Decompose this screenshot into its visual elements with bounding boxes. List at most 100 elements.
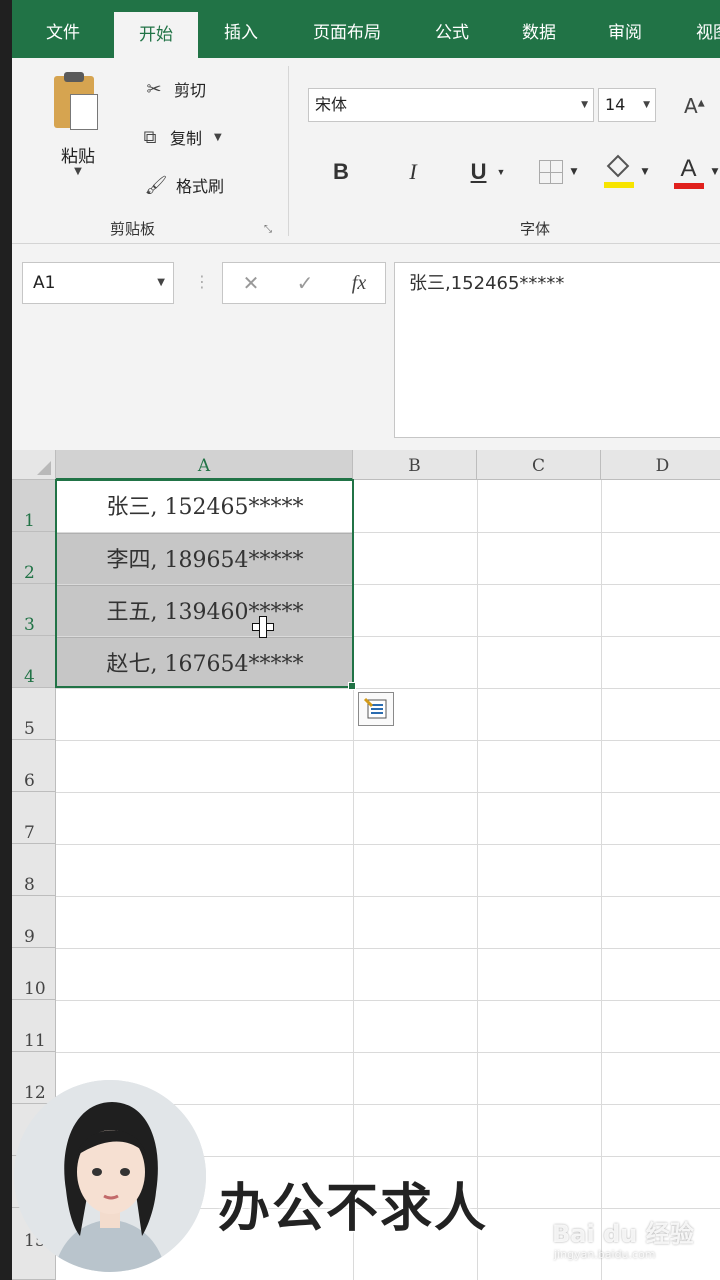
enter-icon[interactable]: ✓ — [287, 263, 323, 303]
gridline — [56, 1000, 720, 1001]
row-number: 9 — [24, 927, 35, 947]
font-color-icon: A — [673, 155, 704, 189]
row-number: 4 — [24, 667, 35, 687]
borders-button[interactable]: ▼ — [532, 152, 584, 192]
presenter-avatar — [14, 1080, 206, 1272]
dialog-launcher-icon[interactable]: ⤡ — [264, 224, 272, 235]
cell-a2[interactable]: 李四, 189654***** — [57, 533, 353, 584]
avatar-illustration — [14, 1080, 206, 1272]
row-number: 3 — [24, 615, 35, 635]
font-size-select[interactable]: 14 ▼ — [598, 88, 656, 122]
column-header-a[interactable]: A — [56, 450, 353, 480]
format-painter-label: 格式刷 — [176, 177, 225, 196]
insert-function-button[interactable]: fx — [341, 263, 377, 303]
chevron-down-icon: ▼ — [643, 100, 650, 110]
row-header[interactable]: 7 — [12, 792, 56, 844]
row-header[interactable]: 9 — [12, 896, 56, 948]
paste-label: 粘贴 — [61, 147, 95, 167]
row-header[interactable]: 5 — [12, 688, 56, 740]
tab-home[interactable]: 开始 — [114, 12, 198, 58]
gridline — [56, 844, 720, 845]
group-separator — [288, 66, 289, 236]
tab-insert[interactable]: 插入 — [212, 0, 270, 58]
chevron-down-icon: ▼ — [214, 131, 222, 143]
row-number: 11 — [24, 1031, 46, 1051]
column-header-d[interactable]: D — [601, 450, 720, 480]
row-header[interactable]: 3 — [12, 584, 56, 636]
font-name-select[interactable]: 宋体 ▼ — [308, 88, 594, 122]
gridline — [56, 948, 720, 949]
format-painter-button[interactable]: 🖌 格式刷 — [142, 170, 224, 200]
cell-a1[interactable]: 张三, 152465***** — [57, 481, 353, 532]
row-number: 8 — [24, 875, 35, 895]
tab-file[interactable]: 文件 — [34, 0, 92, 58]
paste-button[interactable]: 粘贴 ▼ — [40, 70, 116, 190]
fill-color-swatch — [603, 182, 634, 188]
tab-data[interactable]: 数据 — [510, 0, 568, 58]
row-number: 6 — [24, 771, 35, 791]
copy-label: 复制 — [170, 129, 203, 148]
font-color-swatch — [673, 183, 704, 189]
chevron-down-icon: ▼ — [496, 167, 506, 177]
font-size-value: 14 — [605, 95, 626, 114]
bold-button[interactable]: B — [326, 152, 356, 192]
row-number: 1 — [24, 511, 35, 531]
device-bezel — [0, 0, 12, 1280]
select-all-button[interactable] — [12, 450, 56, 480]
tab-review[interactable]: 审阅 — [596, 0, 654, 58]
fill-color-button[interactable]: ▼ — [600, 152, 652, 192]
gridline — [56, 792, 720, 793]
row-header[interactable]: 2 — [12, 532, 56, 584]
fill-handle[interactable] — [348, 682, 356, 690]
gridline — [601, 480, 602, 1280]
tab-page-layout[interactable]: 页面布局 — [300, 0, 394, 58]
quick-analysis-icon — [363, 697, 387, 719]
gridline — [477, 480, 478, 1280]
row-number: 2 — [24, 563, 35, 583]
row-header[interactable]: 6 — [12, 740, 56, 792]
baidu-watermark: Bai du 经验 — [552, 1220, 694, 1248]
cancel-icon[interactable]: ✕ — [233, 263, 269, 303]
row-header[interactable]: 1 — [12, 480, 56, 532]
formula-buttons: ✕ ✓ fx — [222, 262, 386, 304]
brush-icon: 🖌 — [144, 174, 168, 196]
gridline — [56, 896, 720, 897]
copy-icon: ⧉ — [143, 126, 157, 148]
column-header-c[interactable]: C — [477, 450, 601, 480]
splitter-dots-icon[interactable]: ⋮ — [194, 272, 210, 291]
row-header[interactable]: 4 — [12, 636, 56, 688]
paint-bucket-icon — [603, 154, 634, 188]
grow-font-button[interactable]: A▲ — [684, 94, 705, 118]
row-header[interactable]: 11 — [12, 1000, 56, 1052]
row-number: 7 — [24, 823, 35, 843]
cell-a4[interactable]: 赵七, 167654***** — [57, 637, 353, 688]
gridline — [56, 1052, 720, 1053]
name-box[interactable]: A1 ▼ — [22, 262, 174, 304]
video-caption: 办公不求人 — [217, 1178, 489, 1240]
chevron-down-icon: ▼ — [711, 167, 719, 177]
bold-label: B — [333, 159, 349, 184]
column-header-b[interactable]: B — [353, 450, 477, 480]
chevron-down-icon: ▼ — [581, 100, 588, 110]
row-number: 10 — [24, 979, 46, 999]
formula-input[interactable]: 张三,152465***** — [394, 262, 720, 438]
select-all-icon — [37, 461, 51, 475]
italic-button[interactable]: I — [398, 152, 428, 192]
cell-cursor-icon — [252, 616, 274, 638]
row-header[interactable]: 8 — [12, 844, 56, 896]
font-color-button[interactable]: A ▼ — [670, 152, 720, 192]
underline-label: U — [470, 159, 487, 184]
row-header[interactable]: 10 — [12, 948, 56, 1000]
cut-label: 剪切 — [174, 81, 207, 100]
cut-button[interactable]: ✂ 剪切 — [140, 74, 206, 104]
quick-analysis-button[interactable] — [358, 692, 394, 726]
row-header[interactable]: 12 — [12, 1052, 56, 1104]
tab-view[interactable]: 视图 — [684, 0, 720, 58]
underline-button[interactable]: U ▼ — [462, 152, 514, 192]
grow-font-label: A — [684, 94, 698, 118]
copy-button[interactable]: ⧉ 复制 ▼ — [136, 122, 222, 152]
tab-formulas[interactable]: 公式 — [424, 0, 480, 58]
cell-a3[interactable]: 王五, 139460***** — [57, 585, 353, 636]
cursor-center — [260, 624, 266, 630]
chevron-down-icon: ▼ — [74, 166, 82, 177]
